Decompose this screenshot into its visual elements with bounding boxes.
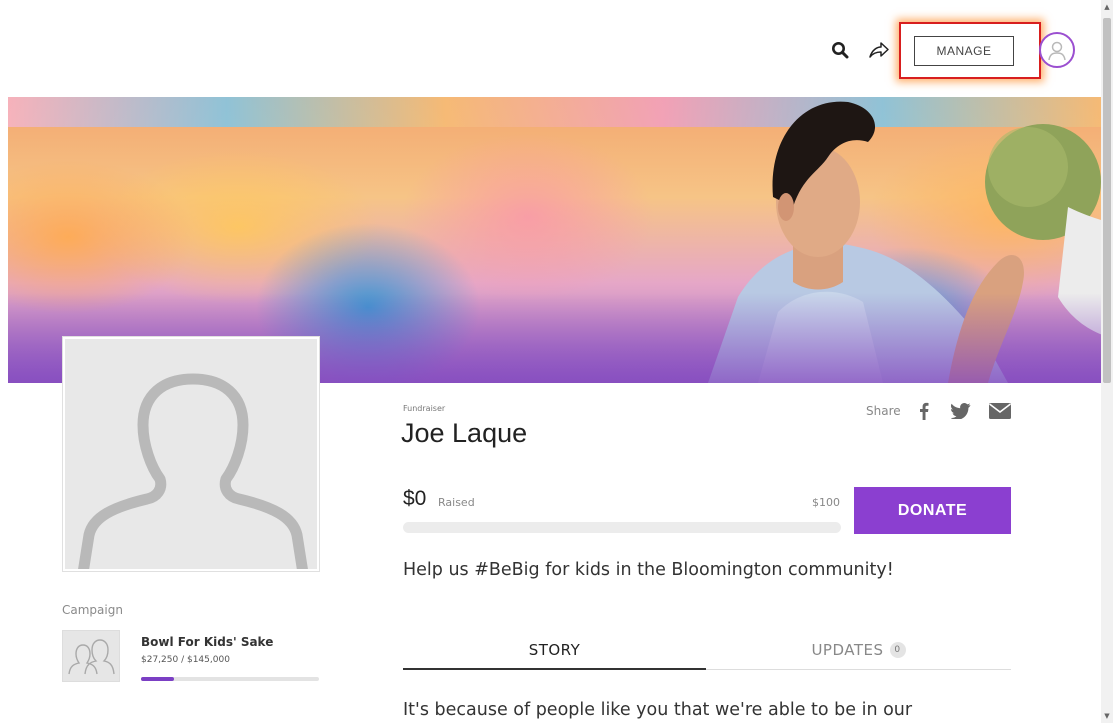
story-text: It's because of people like you that we'… <box>403 700 913 720</box>
scroll-down-arrow-icon[interactable]: ▼ <box>1101 709 1113 723</box>
campaign-progress-bar <box>141 677 319 681</box>
tab-divider <box>706 669 1011 670</box>
goal-amount: $100 <box>812 496 840 509</box>
tab-updates-label: UPDATES <box>811 641 884 659</box>
campaign-name-link[interactable]: Bowl For Kids' Sake <box>141 635 273 649</box>
campaign-progress-fill <box>141 677 175 681</box>
donate-button[interactable]: DONATE <box>854 487 1011 534</box>
email-icon[interactable] <box>988 400 1012 422</box>
active-tab-underline <box>403 668 706 670</box>
fundraiser-name: Joe Laque <box>401 418 528 448</box>
top-bar: MANAGE <box>0 0 1100 97</box>
raised-amount: $0 <box>403 487 427 510</box>
campaign-section-label: Campaign <box>62 603 123 617</box>
manage-button[interactable]: MANAGE <box>914 36 1014 66</box>
fundraiser-type-label: Fundraiser <box>403 404 446 413</box>
user-avatar-icon[interactable] <box>1039 32 1075 68</box>
profile-photo <box>63 337 319 571</box>
scroll-up-arrow-icon[interactable]: ▲ <box>1101 0 1113 14</box>
share-arrow-icon[interactable] <box>866 38 892 62</box>
scrollbar-thumb[interactable] <box>1103 18 1111 383</box>
twitter-icon[interactable] <box>950 400 972 422</box>
fundraiser-tagline: Help us #BeBig for kids in the Bloomingt… <box>403 560 894 580</box>
page-scrollbar[interactable]: ▲ ▼ <box>1101 0 1113 723</box>
person-silhouette-icon <box>78 373 308 569</box>
group-icon[interactable] <box>62 630 120 682</box>
page: MANAGE Campaign Bowl For Kids' Sake $27,… <box>0 0 1113 723</box>
fundraiser-progress-bar <box>403 522 841 533</box>
updates-count-badge: 0 <box>889 642 906 658</box>
raised-label: Raised <box>438 496 475 509</box>
facebook-icon[interactable] <box>916 400 932 422</box>
search-icon[interactable] <box>828 38 852 62</box>
share-label: Share <box>866 404 901 418</box>
tab-updates[interactable]: UPDATES 0 <box>706 630 1011 670</box>
campaign-amount: $27,250 / $145,000 <box>141 655 230 665</box>
tab-story[interactable]: STORY <box>403 630 706 670</box>
tab-story-label: STORY <box>528 641 581 659</box>
